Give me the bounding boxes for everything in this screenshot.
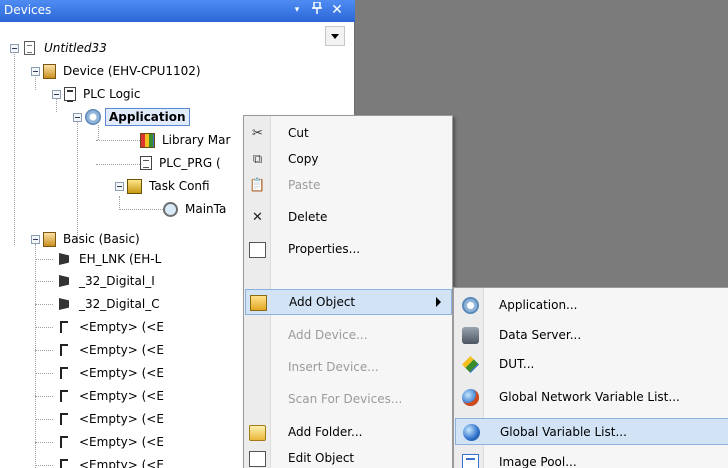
menu-item-paste[interactable]: 📋 Paste — [245, 173, 452, 199]
collapse-toggle-application[interactable] — [73, 113, 82, 122]
empty-slot-icon — [60, 344, 68, 356]
scissors-icon: ✂ — [252, 126, 263, 141]
plc-logic-icon — [64, 87, 76, 102]
library-icon — [140, 132, 155, 148]
application-icon — [462, 297, 479, 314]
tree-combo-dropdown-button[interactable] — [325, 26, 345, 46]
collapse-toggle-project[interactable] — [10, 44, 19, 53]
menu-item-add-device[interactable]: Add Device... — [245, 323, 452, 349]
empty-slot-icon — [60, 321, 68, 333]
tree-item-digital-in[interactable]: _32_Digital_I — [56, 270, 158, 292]
panel-header: Devices ▾ ✕ — [0, 0, 355, 22]
application-gear-icon — [85, 109, 101, 125]
panel-title: Devices — [4, 3, 52, 17]
submenu-item-global-network-variable-list[interactable]: Global Network Variable List... — [455, 384, 728, 411]
submenu-arrow-icon — [436, 297, 441, 307]
empty-slot-icon — [60, 459, 68, 468]
menu-item-copy[interactable]: ⧉ Copy — [245, 147, 452, 173]
collapse-toggle-task-config[interactable] — [115, 182, 124, 191]
close-panel-button[interactable]: ✕ — [329, 2, 345, 19]
main-task-icon — [163, 201, 178, 217]
collapse-toggle-plc-logic[interactable] — [52, 90, 61, 99]
add-object-submenu: Application... Data Server... DUT... Glo… — [453, 287, 728, 468]
project-document-icon — [24, 41, 35, 55]
collapse-toggle-basic[interactable] — [31, 235, 40, 244]
tree-item-task-config[interactable]: Task Confi — [127, 175, 213, 197]
empty-slot-icon — [60, 436, 68, 448]
tree-item-main-task[interactable]: MainTa — [163, 198, 229, 220]
io-module-icon — [59, 253, 69, 265]
menu-item-add-object[interactable]: Add Object — [245, 289, 452, 315]
tree-item-plc-logic[interactable]: PLC Logic — [64, 83, 143, 105]
add-object-icon — [250, 295, 267, 311]
menu-item-edit-object[interactable]: Edit Object — [245, 446, 452, 468]
image-pool-icon — [462, 454, 479, 468]
menu-item-scan-devices[interactable]: Scan For Devices... — [245, 387, 452, 413]
submenu-item-global-variable-list[interactable]: Global Variable List... — [455, 418, 728, 445]
menu-item-properties[interactable]: Properties... — [245, 237, 452, 263]
copy-icon: ⧉ — [252, 152, 263, 167]
basic-device-icon — [43, 231, 56, 247]
tree-item-device[interactable]: Device (EHV-CPU1102) — [43, 60, 204, 82]
menu-item-add-folder[interactable]: Add Folder... — [245, 420, 452, 446]
menu-item-insert-device[interactable]: Insert Device... — [245, 355, 452, 381]
submenu-item-application[interactable]: Application... — [455, 292, 728, 319]
menu-item-delete[interactable]: ✕ Delete — [245, 205, 452, 231]
context-menu: ✂ Cut ⧉ Copy 📋 Paste ✕ Delete Properties… — [243, 115, 453, 468]
tree-item-application[interactable]: Application — [85, 106, 190, 128]
empty-slot-icon — [60, 367, 68, 379]
folder-icon — [249, 425, 266, 441]
submenu-item-dut[interactable]: DUT... — [455, 351, 728, 378]
delete-icon: ✕ — [252, 210, 263, 225]
task-config-icon — [127, 178, 142, 194]
tree-item-empty-slot[interactable]: <Empty> (<E — [56, 385, 167, 407]
panel-dropdown-button[interactable]: ▾ — [289, 2, 305, 19]
tree-item-empty-slot[interactable]: <Empty> (<E — [56, 454, 167, 468]
collapse-toggle-device[interactable] — [31, 67, 40, 76]
device-icon — [43, 63, 56, 79]
pin-button[interactable] — [309, 1, 325, 19]
tree-item-library-manager[interactable]: Library Mar — [140, 129, 233, 151]
network-globe-icon — [462, 389, 479, 406]
data-server-icon — [462, 327, 479, 344]
tree-item-eh-lnk[interactable]: EH_LNK (EH-L — [56, 248, 164, 270]
submenu-item-image-pool[interactable]: Image Pool... — [455, 449, 728, 468]
tree-item-empty-slot[interactable]: <Empty> (<E — [56, 316, 167, 338]
tree-item-project[interactable]: Untitled33 — [22, 37, 110, 59]
tree-item-basic[interactable]: Basic (Basic) — [43, 228, 143, 250]
chevron-down-icon — [331, 34, 339, 39]
empty-slot-icon — [60, 413, 68, 425]
properties-icon — [249, 242, 266, 258]
program-icon — [140, 156, 152, 170]
tree-item-empty-slot[interactable]: <Empty> (<E — [56, 339, 167, 361]
globe-icon — [463, 424, 480, 441]
dut-icon — [462, 356, 479, 373]
edit-object-icon — [249, 451, 266, 467]
empty-slot-icon — [60, 390, 68, 402]
tree-item-plc-prg[interactable]: PLC_PRG ( — [140, 152, 224, 174]
io-module-icon — [59, 298, 69, 310]
tree-item-empty-slot[interactable]: <Empty> (<E — [56, 408, 167, 430]
tree-item-empty-slot[interactable]: <Empty> (<E — [56, 362, 167, 384]
pin-icon — [312, 1, 322, 14]
tree-item-empty-slot[interactable]: <Empty> (<E — [56, 431, 167, 453]
io-module-icon — [59, 275, 69, 287]
tree-item-digital-out[interactable]: _32_Digital_C — [56, 293, 163, 315]
paste-icon: 📋 — [249, 178, 266, 193]
menu-item-cut[interactable]: ✂ Cut — [245, 121, 452, 147]
submenu-item-data-server[interactable]: Data Server... — [455, 322, 728, 349]
